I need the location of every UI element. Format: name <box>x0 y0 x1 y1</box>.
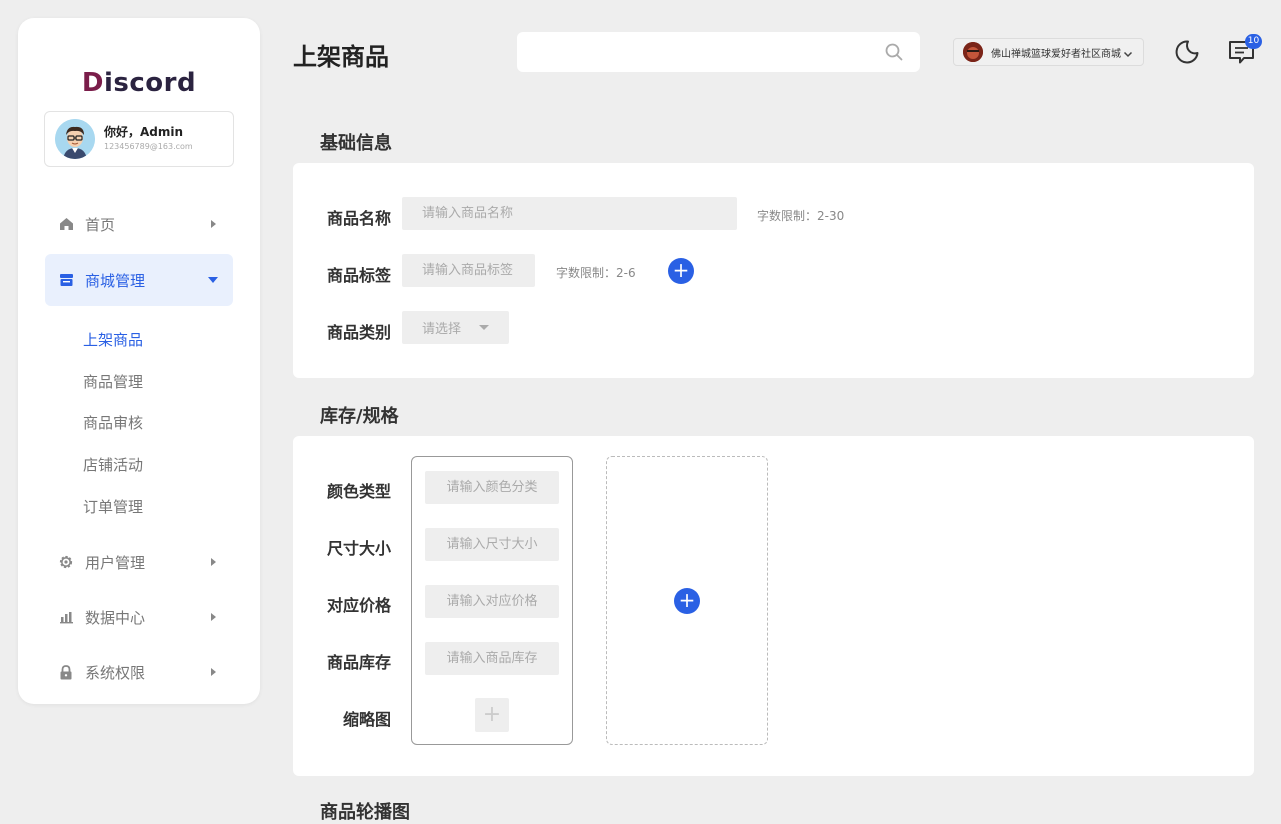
sidebar-item-label: 首页 <box>85 215 116 234</box>
product-tag-label: 商品标签 <box>327 266 392 285</box>
sidebar-item-label: 数据中心 <box>85 608 146 627</box>
stock-qty-input[interactable] <box>425 642 559 675</box>
user-card[interactable]: 你好，Admin 123456789@163.com <box>44 111 234 167</box>
color-type-label: 颜色类型 <box>327 482 392 501</box>
product-tag-hint: 字数限制：2-6 <box>556 266 636 280</box>
sidebar: Discord 你好，Admin 123456789@163.com 首页 商城… <box>18 18 260 704</box>
store-icon <box>58 272 74 288</box>
stock-qty-label: 商品库存 <box>327 653 392 672</box>
subnav-item-shop-events[interactable]: 店铺活动 <box>83 454 143 475</box>
sidebar-item-label: 用户管理 <box>85 553 146 572</box>
chevron-down-icon <box>1123 43 1133 62</box>
spec-item-card: + <box>411 456 573 745</box>
subnav-item-list-product[interactable]: 上架商品 <box>83 329 143 350</box>
add-tag-button[interactable]: + <box>668 258 694 284</box>
stock-card: 颜色类型 尺寸大小 对应价格 商品库存 缩略图 + + <box>293 436 1254 776</box>
subnav-item-orders[interactable]: 订单管理 <box>83 496 143 517</box>
lock-icon <box>58 664 74 680</box>
avatar <box>55 119 95 159</box>
add-spec-button[interactable]: + <box>674 588 700 614</box>
search-input[interactable] <box>517 32 920 72</box>
section-title-basic-info: 基础信息 <box>320 133 392 154</box>
size-label: 尺寸大小 <box>327 539 392 558</box>
product-tag-input[interactable] <box>402 254 535 287</box>
sidebar-item-permissions[interactable]: 系统权限 <box>45 646 233 698</box>
shop-selector[interactable]: 佛山禅城篮球爱好者社区商城 <box>953 38 1144 66</box>
subnav-item-product-management[interactable]: 商品管理 <box>83 371 143 392</box>
chevron-right-icon <box>211 668 216 676</box>
plus-icon: + <box>672 258 690 282</box>
chevron-down-icon <box>208 277 218 283</box>
product-category-label: 商品类别 <box>327 323 392 342</box>
sidebar-item-label: 商城管理 <box>85 271 146 290</box>
user-greeting: 你好，Admin <box>104 125 184 139</box>
section-title-carousel: 商品轮播图 <box>320 802 410 823</box>
home-icon <box>58 216 74 232</box>
page-title: 上架商品 <box>293 43 389 71</box>
sidebar-item-data-center[interactable]: 数据中心 <box>45 591 233 643</box>
logo: Discord <box>81 68 197 98</box>
sidebar-item-home[interactable]: 首页 <box>45 198 233 250</box>
moon-icon[interactable] <box>1174 39 1200 69</box>
category-select-value: 请选择 <box>422 322 462 337</box>
message-count-badge: 10 <box>1245 34 1262 49</box>
product-name-input[interactable] <box>402 197 737 230</box>
thumbnail-label: 缩略图 <box>343 710 392 729</box>
add-spec-card[interactable]: + <box>606 456 768 745</box>
sidebar-item-store[interactable]: 商城管理 <box>45 254 233 306</box>
product-name-hint: 字数限制：2-30 <box>757 209 845 223</box>
product-name-label: 商品名称 <box>327 209 392 228</box>
sidebar-item-label: 系统权限 <box>85 663 146 682</box>
sidebar-item-users[interactable]: 用户管理 <box>45 536 233 588</box>
caret-down-icon <box>479 325 490 330</box>
size-input[interactable] <box>425 528 559 561</box>
subnav-item-product-review[interactable]: 商品审核 <box>83 412 143 433</box>
shop-avatar <box>963 42 983 62</box>
basic-info-card: 商品名称 字数限制：2-30 商品标签 字数限制：2-6 + 商品类别 请选择 <box>293 163 1254 378</box>
color-input[interactable] <box>425 471 559 504</box>
chevron-right-icon <box>211 613 216 621</box>
shop-name: 佛山禅城篮球爱好者社区商城 <box>991 48 1121 60</box>
plus-icon: + <box>678 588 696 612</box>
price-label: 对应价格 <box>327 596 392 615</box>
chevron-right-icon <box>211 558 216 566</box>
section-title-stock: 库存/规格 <box>320 406 399 427</box>
chevron-right-icon <box>211 220 216 228</box>
product-category-select[interactable]: 请选择 <box>402 311 509 344</box>
bar-chart-icon <box>58 609 74 625</box>
plus-icon: + <box>482 702 502 727</box>
gear-icon <box>58 554 74 570</box>
add-thumbnail-button[interactable]: + <box>475 698 509 732</box>
price-input[interactable] <box>425 585 559 618</box>
user-email: 123456789@163.com <box>104 142 193 151</box>
search-icon[interactable] <box>885 43 903 65</box>
